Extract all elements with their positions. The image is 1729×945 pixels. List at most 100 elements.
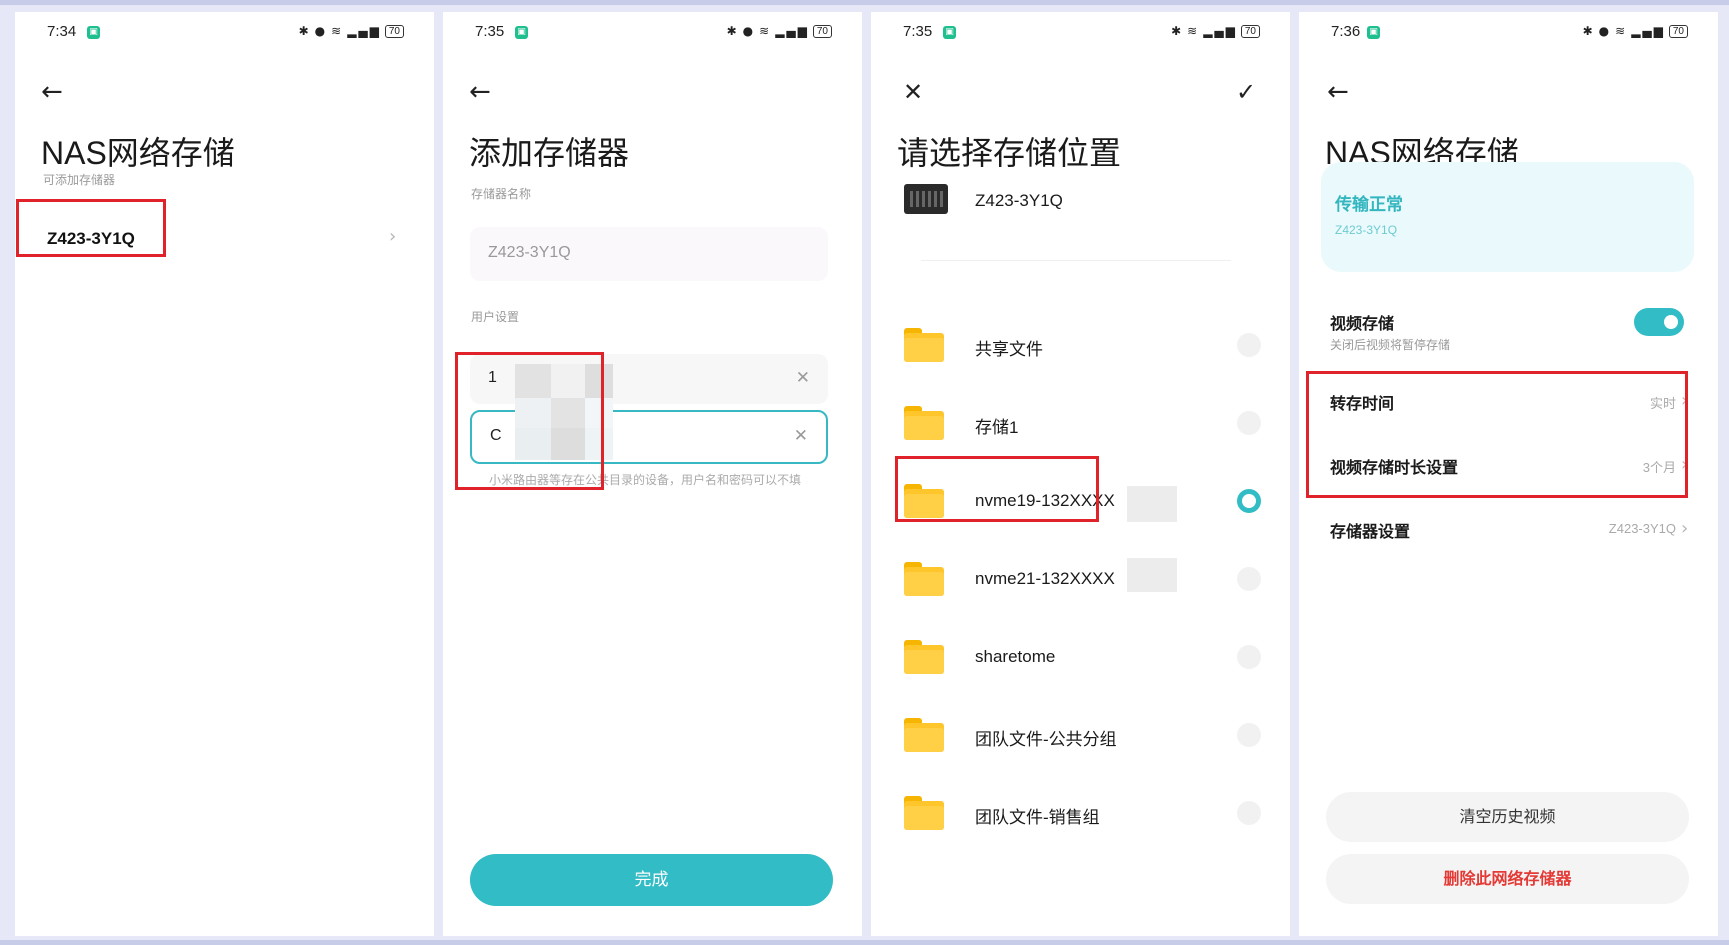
storage-settings-value: Z423-3Y1Q [1608,521,1676,536]
location-icon: ● [1598,24,1612,38]
signal-icon: ▂▄▆ [775,24,809,38]
video-storage-row: 视频存储 关闭后视频将暂停存储 [1299,304,1718,364]
divider [921,260,1231,261]
folder-row[interactable]: 存储1 [871,388,1290,458]
radio-button[interactable] [1237,411,1261,435]
radio-button[interactable] [1237,801,1261,825]
storage-name-field[interactable]: Z423-3Y1Q [470,227,828,281]
clear-history-button[interactable]: 清空历史视频 [1326,792,1689,842]
nas-device-icon [904,184,948,214]
video-storage-toggle[interactable] [1634,308,1684,336]
username-value: 1 [488,369,497,386]
bluetooth-icon: ✱ [1582,24,1595,38]
bluetooth-icon: ✱ [726,24,739,38]
status-bar: 7:36 ▣ ✱ ● ≋ ▂▄▆ 70 [1299,12,1718,56]
folder-icon [904,484,944,518]
folder-row-selected[interactable]: nvme19-132XXXX [871,466,1290,536]
folder-name: nvme19-132XXXX [975,491,1115,510]
user-settings-label: 用户设置 [471,310,520,324]
app-notification-icon: ▣ [943,26,956,39]
app-notification-icon: ▣ [87,26,100,39]
folder-name: nvme21-132XXXX [975,569,1115,588]
frame-bottom [0,940,1729,945]
folder-row[interactable]: sharetome [871,622,1290,692]
radio-button[interactable] [1237,645,1261,669]
folder-icon [904,406,944,440]
radio-button[interactable] [1237,333,1261,357]
battery-icon: 70 [812,24,832,38]
video-storage-label: 视频存储 [1330,314,1395,333]
status-time: 7:34 [47,23,77,40]
clear-password-icon[interactable]: ✕ [794,426,808,446]
folder-row[interactable]: 团队文件-销售组 [871,778,1290,848]
privacy-mosaic [515,364,613,460]
status-icons: ✱ ● ≋ ▂▄▆ 70 [1583,24,1688,38]
signal-icon: ▂▄▆ [1631,24,1665,38]
app-notification-icon: ▣ [515,26,528,39]
battery-icon: 70 [1668,24,1688,38]
status-card: 传输正常 Z423-3Y1Q [1321,162,1694,272]
folder-name: 共享文件 [975,340,1043,359]
chevron-right-icon: › [1681,518,1689,539]
signal-icon: ▂▄▆ [347,24,381,38]
folder-row[interactable]: 团队文件-公共分组 [871,700,1290,770]
list-item-device[interactable]: Z423-3Y1Q › [15,208,434,272]
device-name: Z423-3Y1Q [47,229,135,248]
location-icon: ● [314,24,328,38]
status-time: 7:36 [1331,23,1361,40]
section-label: 可添加存储器 [43,173,116,187]
delete-storage-button[interactable]: 删除此网络存储器 [1326,854,1689,904]
storage-settings-label: 存储器设置 [1330,522,1411,541]
privacy-blur [1127,486,1177,522]
status-bar: 7:35 ▣ ✱ ≋ ▂▄▆ 70 [871,12,1290,56]
screen-nas-storage-detail: 7:36 ▣ ✱ ● ≋ ▂▄▆ 70 ← NAS网络存储 传输正常 Z423-… [1299,12,1718,936]
status-heading: 传输正常 [1335,195,1403,215]
folder-name: sharetome [975,647,1056,666]
clear-username-icon[interactable]: ✕ [796,368,810,388]
back-arrow-icon[interactable]: ← [41,78,63,106]
wifi-icon: ≋ [1187,24,1200,38]
back-arrow-icon[interactable]: ← [469,78,491,106]
status-icons: ✱ ● ≋ ▂▄▆ 70 [727,24,832,38]
folder-icon [904,328,944,362]
folder-icon [904,796,944,830]
status-device: Z423-3Y1Q [1335,223,1398,237]
status-icons: ✱ ● ≋ ▂▄▆ 70 [299,24,404,38]
password-value: C [490,427,502,444]
folder-name: 团队文件-销售组 [975,808,1100,827]
transfer-time-row[interactable]: 转存时间 实时 › [1299,372,1718,432]
status-time: 7:35 [475,23,505,40]
folder-icon [904,718,944,752]
privacy-blur [1127,558,1177,592]
page-title: 请选择存储位置 [897,135,1122,171]
screen-nas-storage-list: 7:34 ▣ ✱ ● ≋ ▂▄▆ 70 ← NAS网络存储 可添加存储器 Z42… [15,12,434,936]
signal-icon: ▂▄▆ [1203,24,1237,38]
wifi-icon: ≋ [1615,24,1628,38]
bluetooth-icon: ✱ [1171,24,1184,38]
done-button[interactable]: 完成 [470,854,833,906]
close-icon[interactable]: ✕ [903,78,923,106]
app-notification-icon: ▣ [1367,26,1380,39]
duration-row[interactable]: 视频存储时长设置 3个月 › [1299,436,1718,496]
folder-row[interactable]: nvme21-132XXXX [871,544,1290,614]
folder-row[interactable]: 共享文件 [871,310,1290,380]
bluetooth-icon: ✱ [298,24,311,38]
folder-icon [904,640,944,674]
video-storage-sub: 关闭后视频将暂停存储 [1330,338,1451,352]
radio-button[interactable] [1237,723,1261,747]
radio-button[interactable] [1237,567,1261,591]
confirm-check-icon[interactable]: ✓ [1236,78,1256,106]
back-arrow-icon[interactable]: ← [1327,78,1349,106]
wifi-icon: ≋ [759,24,772,38]
folder-icon [904,562,944,596]
status-icons: ✱ ≋ ▂▄▆ 70 [1171,24,1260,38]
screen-add-storage: 7:35 ▣ ✱ ● ≋ ▂▄▆ 70 ← 添加存储器 存储器名称 Z423-3… [443,12,862,936]
storage-settings-row[interactable]: 存储器设置 Z423-3Y1Q › [1299,500,1718,560]
radio-button-selected[interactable] [1237,489,1261,513]
device-name: Z423-3Y1Q [975,191,1063,210]
frame-top [0,0,1729,5]
status-time: 7:35 [903,23,933,40]
page-title: 添加存储器 [469,135,630,171]
page-title: NAS网络存储 [41,135,235,171]
screen-select-location: 7:35 ▣ ✱ ≋ ▂▄▆ 70 ✕ ✓ 请选择存储位置 Z423-3Y1Q … [871,12,1290,936]
